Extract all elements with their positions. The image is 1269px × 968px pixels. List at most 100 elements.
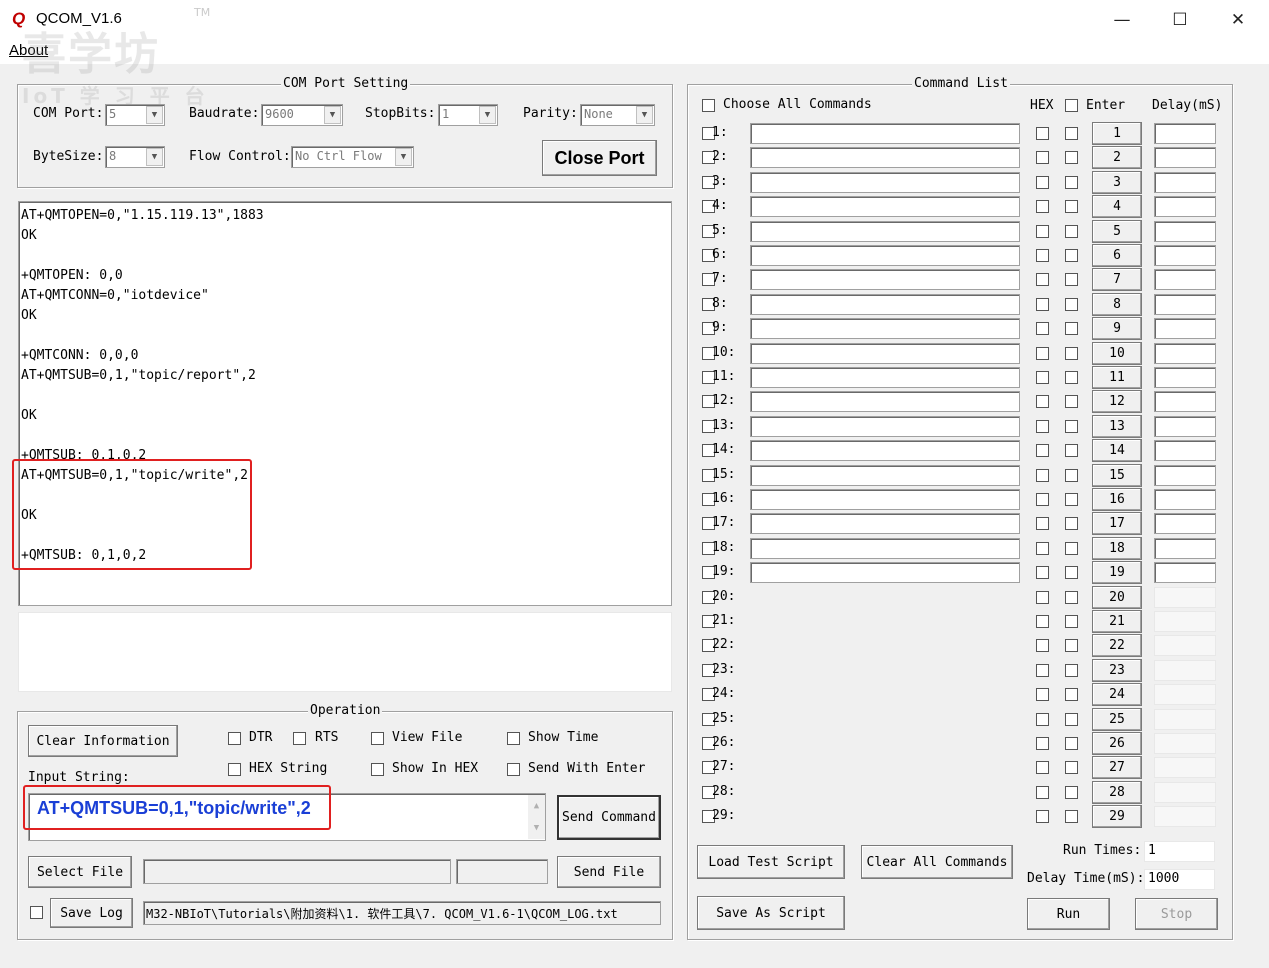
- command-hex-checkbox[interactable]: [1036, 566, 1049, 580]
- command-hex-checkbox[interactable]: [1036, 663, 1049, 677]
- command-enter-checkbox[interactable]: [1065, 444, 1078, 458]
- command-enter-checkbox[interactable]: [1065, 517, 1078, 531]
- command-send-button[interactable]: 16: [1092, 488, 1142, 511]
- delay-time-field[interactable]: 1000: [1144, 869, 1215, 890]
- command-input[interactable]: [750, 708, 1020, 730]
- command-input[interactable]: [750, 489, 1020, 510]
- command-delay-input[interactable]: [1154, 806, 1216, 828]
- rts-checkbox[interactable]: [293, 732, 306, 745]
- command-enter-checkbox[interactable]: [1065, 566, 1078, 580]
- command-hex-checkbox[interactable]: [1036, 127, 1049, 140]
- command-send-button[interactable]: 2: [1092, 146, 1142, 170]
- dtr-checkbox[interactable]: [228, 732, 241, 745]
- command-enter-checkbox[interactable]: [1065, 175, 1078, 189]
- command-input[interactable]: [750, 757, 1020, 779]
- log-path-field[interactable]: M32-NBIoT\Tutorials\附加资料\1. 软件工具\7. QCOM…: [143, 901, 661, 925]
- command-send-button[interactable]: 1: [1092, 122, 1142, 145]
- save-log-button[interactable]: Save Log: [50, 898, 133, 928]
- command-input[interactable]: [750, 269, 1020, 291]
- command-delay-input[interactable]: [1154, 586, 1216, 608]
- command-input[interactable]: [750, 318, 1020, 340]
- baudrate-select[interactable]: 9600 ▼: [261, 104, 343, 126]
- command-delay-input[interactable]: [1154, 245, 1216, 266]
- command-send-button[interactable]: 12: [1092, 390, 1142, 414]
- command-send-button[interactable]: 28: [1092, 780, 1142, 804]
- flow-control-select[interactable]: No Ctrl Flow ▼: [291, 146, 414, 168]
- command-enter-checkbox[interactable]: [1065, 273, 1078, 287]
- command-delay-input[interactable]: [1154, 757, 1216, 779]
- command-enter-checkbox[interactable]: [1065, 249, 1078, 262]
- command-input[interactable]: [750, 220, 1020, 242]
- command-hex-checkbox[interactable]: [1036, 224, 1049, 238]
- command-hex-checkbox[interactable]: [1036, 200, 1049, 214]
- command-delay-input[interactable]: [1154, 464, 1216, 486]
- command-input[interactable]: [750, 171, 1020, 193]
- show-in-hex-checkbox[interactable]: [371, 763, 384, 776]
- command-delay-input[interactable]: [1154, 220, 1216, 242]
- enter-all-checkbox[interactable]: [1065, 99, 1078, 112]
- command-hex-checkbox[interactable]: [1036, 371, 1049, 384]
- command-hex-checkbox[interactable]: [1036, 761, 1049, 775]
- command-hex-checkbox[interactable]: [1036, 517, 1049, 531]
- command-enter-checkbox[interactable]: [1065, 346, 1078, 360]
- command-input[interactable]: [750, 781, 1020, 803]
- command-delay-input[interactable]: [1154, 293, 1216, 315]
- command-input[interactable]: [750, 293, 1020, 315]
- command-delay-input[interactable]: [1154, 489, 1216, 510]
- command-enter-checkbox[interactable]: [1065, 371, 1078, 384]
- command-input[interactable]: [750, 635, 1020, 657]
- close-window-button[interactable]: ✕: [1209, 0, 1267, 40]
- receive-log[interactable]: AT+QMTOPEN=0,"1.15.119.13",1883 OK +QMTOPE…: [18, 201, 672, 606]
- command-hex-checkbox[interactable]: [1036, 444, 1049, 458]
- command-delay-input[interactable]: [1154, 513, 1216, 535]
- command-hex-checkbox[interactable]: [1036, 785, 1049, 799]
- input-string-field[interactable]: AT+QMTSUB=0,1,"topic/write",2: [28, 793, 546, 841]
- command-delay-input[interactable]: [1154, 659, 1216, 681]
- command-enter-checkbox[interactable]: [1065, 151, 1078, 165]
- command-delay-input[interactable]: [1154, 367, 1216, 388]
- command-input[interactable]: [750, 806, 1020, 828]
- command-send-button[interactable]: 18: [1092, 536, 1142, 560]
- command-input[interactable]: [750, 196, 1020, 218]
- command-input[interactable]: [750, 440, 1020, 462]
- command-input[interactable]: [750, 537, 1020, 559]
- command-delay-input[interactable]: [1154, 562, 1216, 584]
- command-delay-input[interactable]: [1154, 708, 1216, 730]
- command-hex-checkbox[interactable]: [1036, 541, 1049, 555]
- command-hex-checkbox[interactable]: [1036, 297, 1049, 311]
- file-path-field[interactable]: [143, 859, 451, 884]
- command-send-button[interactable]: 22: [1092, 634, 1142, 658]
- stop-button[interactable]: Stop: [1135, 898, 1218, 930]
- command-input[interactable]: [750, 659, 1020, 681]
- command-enter-checkbox[interactable]: [1065, 688, 1078, 702]
- minimize-button[interactable]: —: [1093, 0, 1151, 40]
- choose-all-checkbox[interactable]: [702, 99, 715, 112]
- run-times-field[interactable]: 1: [1144, 841, 1215, 862]
- command-delay-input[interactable]: [1154, 171, 1216, 193]
- command-hex-checkbox[interactable]: [1036, 737, 1049, 750]
- command-send-button[interactable]: 29: [1092, 805, 1142, 829]
- command-send-button[interactable]: 7: [1092, 268, 1142, 292]
- command-send-button[interactable]: 10: [1092, 341, 1142, 365]
- show-time-checkbox[interactable]: [507, 732, 520, 745]
- command-enter-checkbox[interactable]: [1065, 590, 1078, 604]
- command-hex-checkbox[interactable]: [1036, 273, 1049, 287]
- command-hex-checkbox[interactable]: [1036, 322, 1049, 336]
- command-input[interactable]: [750, 733, 1020, 754]
- command-input[interactable]: [750, 611, 1020, 632]
- command-delay-input[interactable]: [1154, 611, 1216, 632]
- maximize-button[interactable]: ☐: [1151, 0, 1209, 40]
- command-delay-input[interactable]: [1154, 123, 1216, 144]
- command-enter-checkbox[interactable]: [1065, 785, 1078, 799]
- scroll-up-icon[interactable]: ▲: [528, 795, 545, 817]
- command-input[interactable]: [750, 342, 1020, 364]
- save-as-script-button[interactable]: Save As Script: [697, 896, 845, 930]
- parity-select[interactable]: None ▼: [580, 104, 655, 126]
- command-enter-checkbox[interactable]: [1065, 493, 1078, 506]
- command-input[interactable]: [750, 562, 1020, 584]
- command-delay-input[interactable]: [1154, 147, 1216, 169]
- command-send-button[interactable]: 27: [1092, 756, 1142, 780]
- command-input[interactable]: [750, 123, 1020, 144]
- command-send-button[interactable]: 25: [1092, 707, 1142, 731]
- command-hex-checkbox[interactable]: [1036, 468, 1049, 482]
